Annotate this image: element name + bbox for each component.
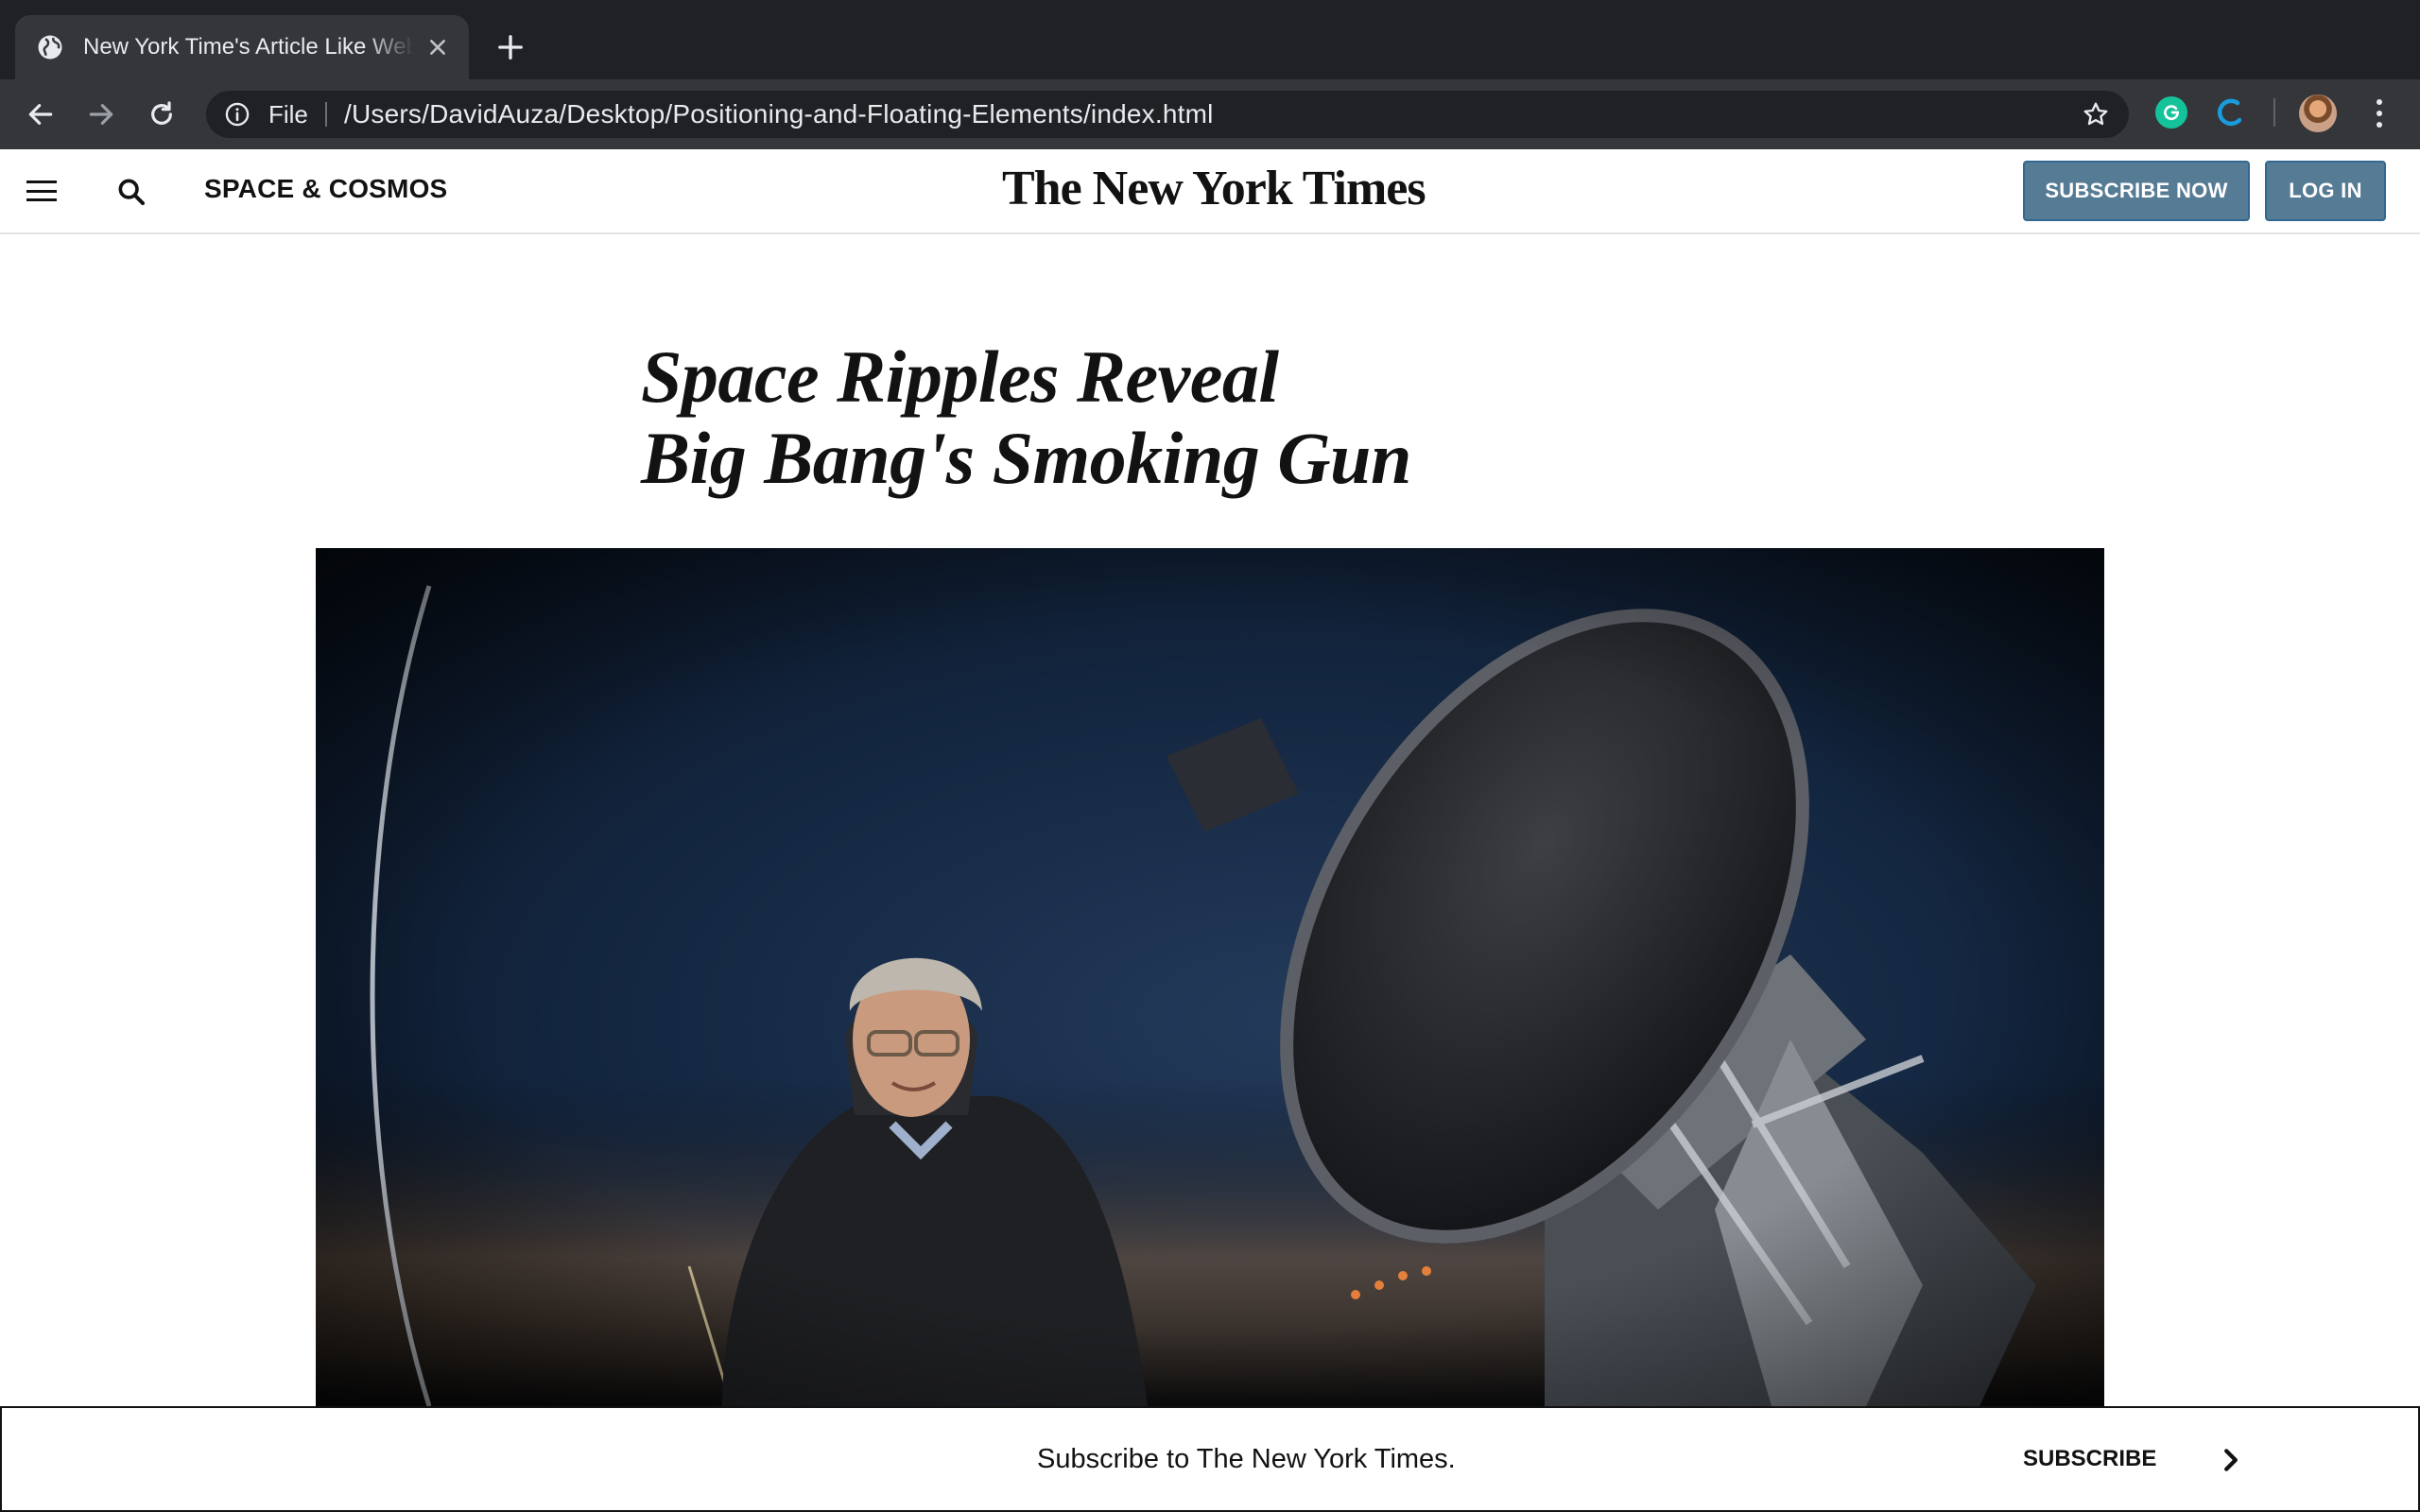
- reload-icon[interactable]: [142, 94, 182, 134]
- globe-icon: [36, 33, 64, 61]
- plus-icon[interactable]: [492, 28, 529, 66]
- login-button[interactable]: LOG IN: [2265, 161, 2386, 221]
- subscribe-banner: Subscribe to The New York Times. SUBSCRI…: [0, 1406, 2420, 1512]
- extension-icon[interactable]: [2214, 96, 2246, 129]
- browser-toolbar: File /Users/DavidAuza/Desktop/Positionin…: [0, 79, 2420, 149]
- toolbar-separator: [2273, 98, 2275, 127]
- masthead-logo[interactable]: The New York Times: [1002, 161, 1426, 216]
- search-icon[interactable]: [113, 174, 149, 210]
- address-bar[interactable]: File /Users/DavidAuza/Desktop/Positionin…: [206, 91, 2129, 138]
- tab-title: New York Time's Article Like Web Page: [83, 34, 414, 60]
- url-text[interactable]: /Users/DavidAuza/Desktop/Positioning-and…: [344, 101, 1214, 128]
- menu-icon[interactable]: [26, 178, 57, 204]
- url-divider: [325, 102, 327, 127]
- subscribe-link[interactable]: SUBSCRIBE: [2023, 1446, 2156, 1472]
- article-headline: Space Ripples Reveal Big Bang's Smoking …: [641, 336, 1586, 499]
- subscribe-now-button[interactable]: SUBSCRIBE NOW: [2023, 161, 2250, 221]
- more-vert-icon[interactable]: [2365, 94, 2394, 132]
- headline-line-1: Space Ripples Reveal: [641, 335, 1279, 418]
- site-header: SPACE & COSMOS The New York Times SUBSCR…: [0, 149, 2420, 234]
- close-icon[interactable]: [424, 33, 452, 61]
- forward-arrow-icon[interactable]: [81, 94, 121, 134]
- subscribe-banner-text: Subscribe to The New York Times.: [1037, 1444, 1456, 1474]
- chevron-right-icon[interactable]: [2218, 1444, 2244, 1476]
- info-icon[interactable]: [223, 100, 251, 129]
- grammarly-icon[interactable]: [2155, 96, 2187, 129]
- browser-tab[interactable]: New York Time's Article Like Web Page: [15, 15, 469, 79]
- url-scheme: File: [268, 100, 308, 129]
- avatar[interactable]: [2299, 94, 2337, 132]
- star-icon[interactable]: [2082, 100, 2110, 129]
- section-title[interactable]: SPACE & COSMOS: [204, 174, 447, 204]
- browser-tabstrip: New York Time's Article Like Web Page: [0, 0, 2420, 79]
- headline-line-2: Big Bang's Smoking Gun: [641, 417, 1411, 499]
- back-arrow-icon[interactable]: [21, 94, 60, 134]
- article-photo: [316, 548, 2104, 1406]
